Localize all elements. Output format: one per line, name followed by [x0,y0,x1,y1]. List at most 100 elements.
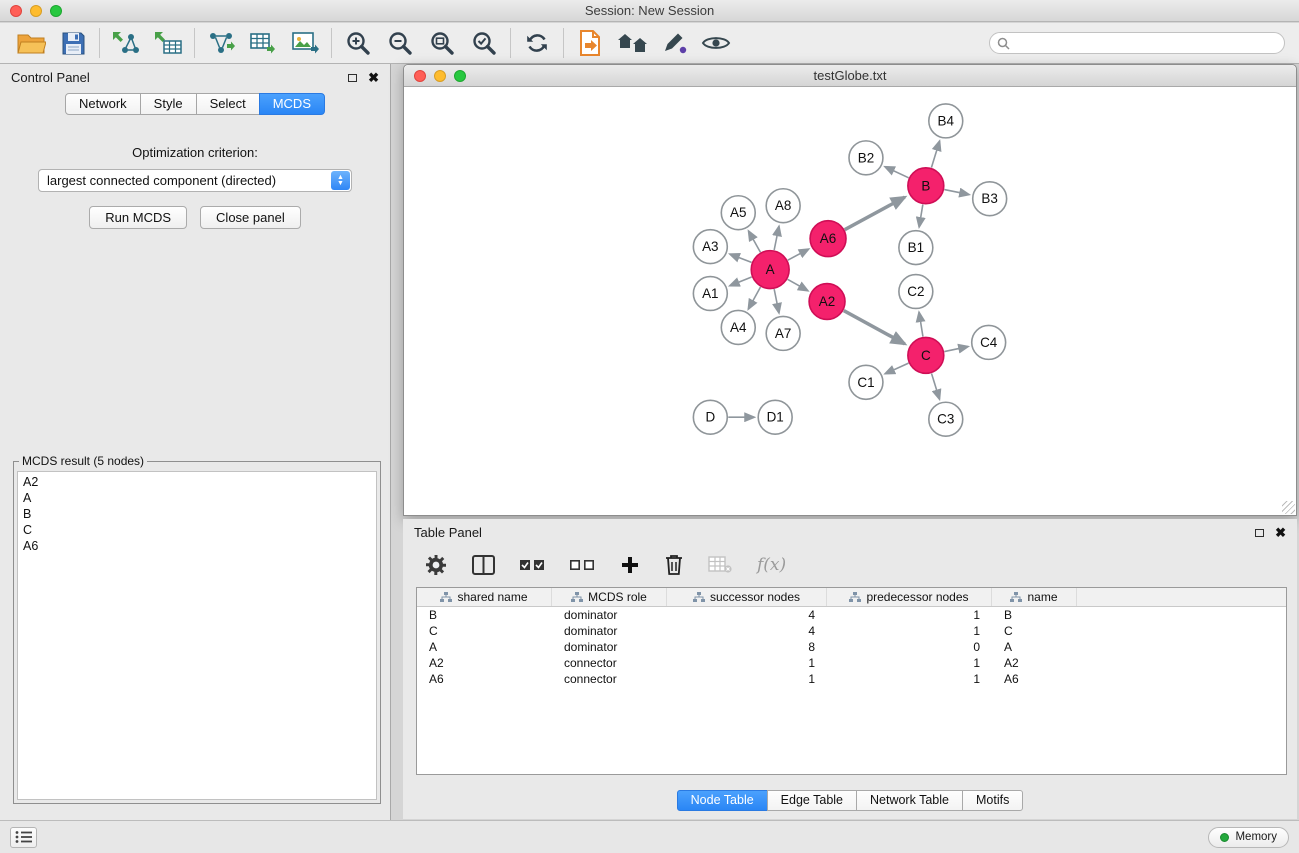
table-cell[interactable]: 4 [667,623,827,639]
tab-motifs[interactable]: Motifs [962,790,1023,811]
node-A3[interactable]: A3 [693,230,727,264]
table-cell[interactable]: A [992,639,1077,655]
zoom-fit-button[interactable] [421,26,463,60]
delete-row-button[interactable] [665,554,683,576]
import-file-button[interactable] [569,26,611,60]
table-cell[interactable]: dominator [552,639,667,655]
mcds-result-list[interactable]: A2ABCA6 [17,471,377,800]
node-A7[interactable]: A7 [766,316,800,350]
network-window-titlebar[interactable]: testGlobe.txt [404,65,1296,87]
result-item[interactable]: C [23,522,371,538]
edge-A-A8[interactable] [774,226,779,250]
apply-layout-button[interactable] [516,26,558,60]
edge-B-B3[interactable] [944,190,969,195]
network-view[interactable]: B4B2BB3A5A8A6A3B1AC2A1A2A4A7C4CC1C3DD1 [404,87,1296,515]
table-cell[interactable]: C [417,623,552,639]
edge-A-A5[interactable] [749,231,761,252]
edge-A-A6[interactable] [788,249,809,260]
table-cell[interactable]: 1 [827,671,992,687]
import-network-button[interactable] [105,26,147,60]
tab-edge-table[interactable]: Edge Table [767,790,857,811]
network-graph[interactable]: B4B2BB3A5A8A6A3B1AC2A1A2A4A7C4CC1C3DD1 [404,87,1296,515]
run-mcds-button[interactable]: Run MCDS [89,206,187,229]
float-panel-icon[interactable] [348,74,357,82]
table-row[interactable]: Cdominator41C [417,623,1286,639]
table-cell[interactable]: 0 [827,639,992,655]
tab-network[interactable]: Network [65,93,141,115]
edge-C-C1[interactable] [885,363,908,374]
annotations-button[interactable] [653,26,695,60]
node-B1[interactable]: B1 [899,231,933,265]
table-cell[interactable]: A6 [992,671,1077,687]
table-cell[interactable]: B [417,607,552,623]
node-B[interactable]: B [908,168,944,204]
node-B4[interactable]: B4 [929,104,963,138]
table-cell[interactable]: dominator [552,607,667,623]
toggle-columns-button[interactable] [472,555,495,575]
zoom-window-button[interactable] [50,5,62,17]
edge-A6-B[interactable] [845,197,905,230]
import-table-button[interactable] [147,26,189,60]
edge-B-B1[interactable] [919,205,923,227]
table-row[interactable]: A2connector11A2 [417,655,1286,671]
home-button[interactable] [611,26,653,60]
open-session-button[interactable] [10,26,52,60]
table-cell[interactable]: 1 [667,671,827,687]
table-cell[interactable]: A2 [417,655,552,671]
node-C2[interactable]: C2 [899,275,933,309]
function-builder-button[interactable]: f(x) [757,555,786,575]
table-cell[interactable]: 1 [667,655,827,671]
table-cell[interactable]: C [992,623,1077,639]
tab-mcds[interactable]: MCDS [259,93,325,115]
search-input[interactable] [989,32,1285,54]
close-panel-button[interactable]: Close panel [200,206,301,229]
zoom-in-button[interactable] [337,26,379,60]
node-B2[interactable]: B2 [849,141,883,175]
node-C4[interactable]: C4 [972,325,1006,359]
task-history-button[interactable] [10,827,37,848]
result-item[interactable]: A [23,490,371,506]
table-cell[interactable]: connector [552,655,667,671]
node-A2[interactable]: A2 [809,284,845,320]
tab-node-table[interactable]: Node Table [677,790,768,811]
node-A4[interactable]: A4 [721,310,755,344]
edge-B-B2[interactable] [885,167,909,178]
table-cell[interactable]: 1 [827,623,992,639]
export-table-button[interactable] [242,26,284,60]
table-cell[interactable]: A [417,639,552,655]
close-network-window-button[interactable] [414,70,426,82]
save-session-button[interactable] [52,26,94,60]
tab-select[interactable]: Select [196,93,260,115]
minimize-window-button[interactable] [30,5,42,17]
edge-A-A1[interactable] [730,277,752,286]
column-header-successor-nodes[interactable]: successor nodes [667,588,827,606]
edge-A-A2[interactable] [788,279,808,290]
table-row[interactable]: Adominator80A [417,639,1286,655]
table-cell[interactable]: 1 [827,607,992,623]
node-A5[interactable]: A5 [721,196,755,230]
table-cell[interactable]: 8 [667,639,827,655]
zoom-network-window-button[interactable] [454,70,466,82]
result-item[interactable]: A2 [23,474,371,490]
node-A6[interactable]: A6 [810,221,846,257]
column-header-mcds-role[interactable]: MCDS role [552,588,667,606]
node-A8[interactable]: A8 [766,189,800,223]
table-cell[interactable]: connector [552,671,667,687]
table-cell[interactable]: dominator [552,623,667,639]
edge-C-C3[interactable] [932,373,940,399]
edge-B-B4[interactable] [931,141,939,168]
edge-A-A7[interactable] [774,289,779,313]
table-row[interactable]: A6connector11A6 [417,671,1286,687]
table-cell[interactable]: 4 [667,607,827,623]
tab-style[interactable]: Style [140,93,197,115]
edge-A-A3[interactable] [730,254,752,262]
show-hide-button[interactable] [695,26,737,60]
edge-C-C4[interactable] [944,347,968,352]
table-cell[interactable]: 1 [827,655,992,671]
memory-button[interactable]: Memory [1208,827,1289,848]
result-item[interactable]: B [23,506,371,522]
tab-network-table[interactable]: Network Table [856,790,963,811]
float-table-panel-icon[interactable] [1255,529,1264,537]
minimize-network-window-button[interactable] [434,70,446,82]
node-C1[interactable]: C1 [849,365,883,399]
